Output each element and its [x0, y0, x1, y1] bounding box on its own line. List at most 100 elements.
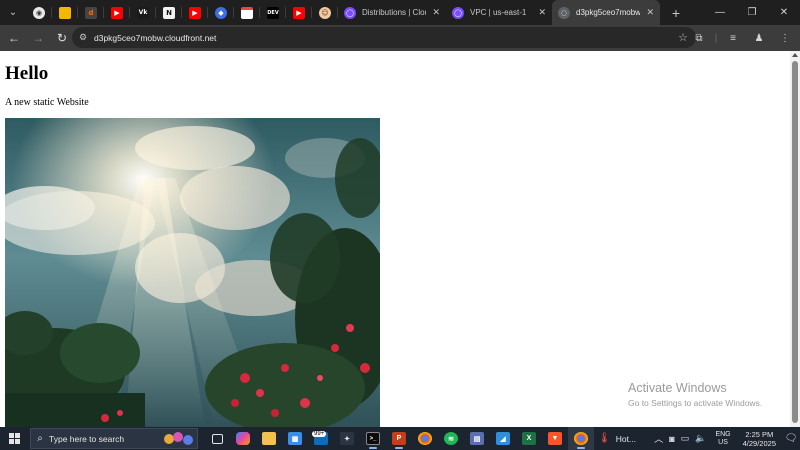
weather-label: Hot...: [615, 433, 637, 444]
tab-label: Distributions | CloudFr: [362, 8, 426, 17]
tab-vpc[interactable]: ◯ VPC | us-east-1 ✕: [446, 0, 552, 25]
tab-search-icon[interactable]: ⌄: [4, 4, 22, 22]
pinned-tab[interactable]: ▶: [182, 0, 208, 25]
clock-date: 4/29/2025: [742, 438, 776, 448]
pinned-tab[interactable]: Vk: [130, 0, 156, 25]
scroll-up-arrow-icon[interactable]: [792, 53, 798, 57]
tab-label: VPC | us-east-1: [470, 8, 527, 17]
youtube-icon: ▶: [189, 6, 201, 19]
folder-icon: [59, 6, 71, 19]
close-window-icon[interactable]: ✕: [768, 0, 800, 25]
notification-icon[interactable]: 🗨: [782, 433, 800, 444]
close-icon[interactable]: ✕: [432, 7, 440, 18]
windows-taskbar: ⌕ Type here to search ▦ 99+ ✦ >_ P ≋ ▤ ◢: [0, 427, 800, 450]
excel-icon[interactable]: X: [516, 427, 542, 450]
menu-icon[interactable]: ⋮: [772, 28, 798, 48]
globe-icon: ◌: [558, 6, 570, 19]
chrome-icon[interactable]: [412, 427, 438, 450]
pinned-tab[interactable]: DEV: [260, 0, 286, 25]
forward-icon[interactable]: →: [28, 28, 48, 48]
address-url[interactable]: d3pkg5ceo7mobw.cloudfront.net: [94, 33, 216, 43]
pinned-tab[interactable]: ▶: [104, 0, 130, 25]
volume-icon[interactable]: 🔈: [695, 433, 706, 444]
camera-icon[interactable]: ◙: [669, 434, 674, 444]
language-indicator[interactable]: ENG US: [715, 431, 730, 447]
pinned-tab[interactable]: ☺: [312, 0, 338, 25]
spotify-icon[interactable]: ≋: [438, 427, 464, 450]
pinned-tab[interactable]: ▶: [286, 0, 312, 25]
network-icon[interactable]: ▭: [681, 433, 690, 444]
task-view-icon[interactable]: [204, 427, 230, 450]
pinned-tab[interactable]: ◉: [26, 0, 52, 25]
start-button[interactable]: [0, 427, 28, 450]
sky-forest-image: [5, 118, 380, 427]
file-explorer-icon[interactable]: [256, 427, 282, 450]
close-icon[interactable]: ✕: [646, 7, 654, 18]
brave-icon[interactable]: ▼: [542, 427, 568, 450]
search-highlight-icon: [164, 432, 193, 445]
pinned-tabs: ◉ d ▶ Vk N ▶ ◆ DEV ▶ ☺: [26, 0, 338, 25]
pinned-tab[interactable]: ◆: [208, 0, 234, 25]
mail-badge: 99+: [312, 431, 327, 437]
language-bottom: US: [718, 438, 728, 446]
page-paragraph: A new static Website: [5, 97, 89, 108]
browser-toolbar: ← → ↻ ⚙ d3pkg5ceo7mobw.cloudfront.net ☆ …: [0, 25, 800, 51]
microsoft-store-icon[interactable]: ▦: [282, 427, 308, 450]
address-bar[interactable]: ⚙ d3pkg5ceo7mobw.cloudfront.net ☆: [72, 27, 696, 48]
vpc-icon: ◯: [452, 6, 464, 19]
restore-icon[interactable]: ❐: [736, 0, 768, 25]
close-icon[interactable]: ✕: [538, 7, 546, 18]
reload-icon[interactable]: ↻: [52, 28, 72, 48]
page-viewport: Hello A new static Website: [0, 51, 790, 427]
clock-time: 2:25 PM: [745, 429, 774, 439]
mail-icon[interactable]: 99+: [308, 427, 334, 450]
extensions-icon[interactable]: ⧉: [686, 28, 712, 48]
notion-icon: N: [163, 6, 175, 19]
system-tray: ︿ ◙ ▭ 🔈 ENG US 2:25 PM 4/29/2025 🗨: [651, 427, 800, 450]
weather-widget[interactable]: 🌡 Hot...: [598, 433, 636, 444]
profile-icon[interactable]: ♟: [746, 28, 772, 48]
powerpoint-icon[interactable]: P: [386, 427, 412, 450]
youtube-icon: ▶: [293, 6, 305, 19]
pinned-tab[interactable]: d: [78, 0, 104, 25]
screen: ⌄ ◉ d ▶ Vk N ▶ ◆ DEV ▶ ☺ ◯ Distributions…: [0, 0, 800, 450]
app-icon[interactable]: ✦: [334, 427, 360, 450]
clock[interactable]: 2:25 PM 4/29/2025: [743, 430, 776, 448]
pinned-tab[interactable]: [52, 0, 78, 25]
app-icon[interactable]: ▤: [464, 427, 490, 450]
search-icon: ⌕: [37, 433, 43, 444]
pinned-tab[interactable]: [234, 0, 260, 25]
tab-cloudfront-site[interactable]: ◌ d3pkg5ceo7mobw.cl ✕: [552, 0, 660, 25]
site-info-icon[interactable]: ⚙: [72, 32, 94, 43]
scroll-thumb[interactable]: [792, 61, 798, 423]
copilot-icon[interactable]: [230, 427, 256, 450]
watermark-subtitle: Go to Settings to activate Windows.: [628, 398, 763, 408]
dzone-icon: d: [85, 6, 97, 19]
reading-list-icon[interactable]: ≡: [720, 28, 746, 48]
page-heading: Hello: [5, 63, 49, 84]
taskbar-search-box[interactable]: ⌕ Type here to search: [30, 428, 198, 449]
divider: |: [714, 32, 718, 44]
chevron-up-icon[interactable]: ︿: [654, 432, 663, 445]
new-tab-icon[interactable]: +: [666, 5, 686, 21]
dev-icon: DEV: [267, 6, 279, 19]
tab-distributions[interactable]: ◯ Distributions | CloudFr ✕: [338, 0, 446, 25]
minimize-icon[interactable]: —: [704, 0, 736, 25]
toolbar-actions: ⧉ | ≡ ♟ ⋮: [686, 28, 798, 48]
vk-icon: Vk: [137, 6, 149, 19]
search-placeholder: Type here to search: [49, 433, 125, 444]
page-scrollbar[interactable]: [790, 51, 800, 427]
chrome-icon: ◉: [33, 6, 45, 19]
window-controls: — ❐ ✕: [704, 0, 800, 25]
back-icon[interactable]: ←: [4, 28, 24, 48]
pinned-tab[interactable]: N: [156, 0, 182, 25]
youtube-icon: ▶: [111, 6, 123, 19]
chrome-active-icon[interactable]: [568, 427, 594, 450]
terminal-icon[interactable]: >_: [360, 427, 386, 450]
tab-label: d3pkg5ceo7mobw.cl: [576, 8, 641, 17]
diamond-icon: ◆: [215, 6, 227, 19]
watermark-title: Activate Windows: [628, 381, 727, 395]
cloudfront-icon: ◯: [344, 6, 356, 19]
photos-icon[interactable]: ◢: [490, 427, 516, 450]
thermometer-icon: 🌡: [598, 433, 611, 444]
